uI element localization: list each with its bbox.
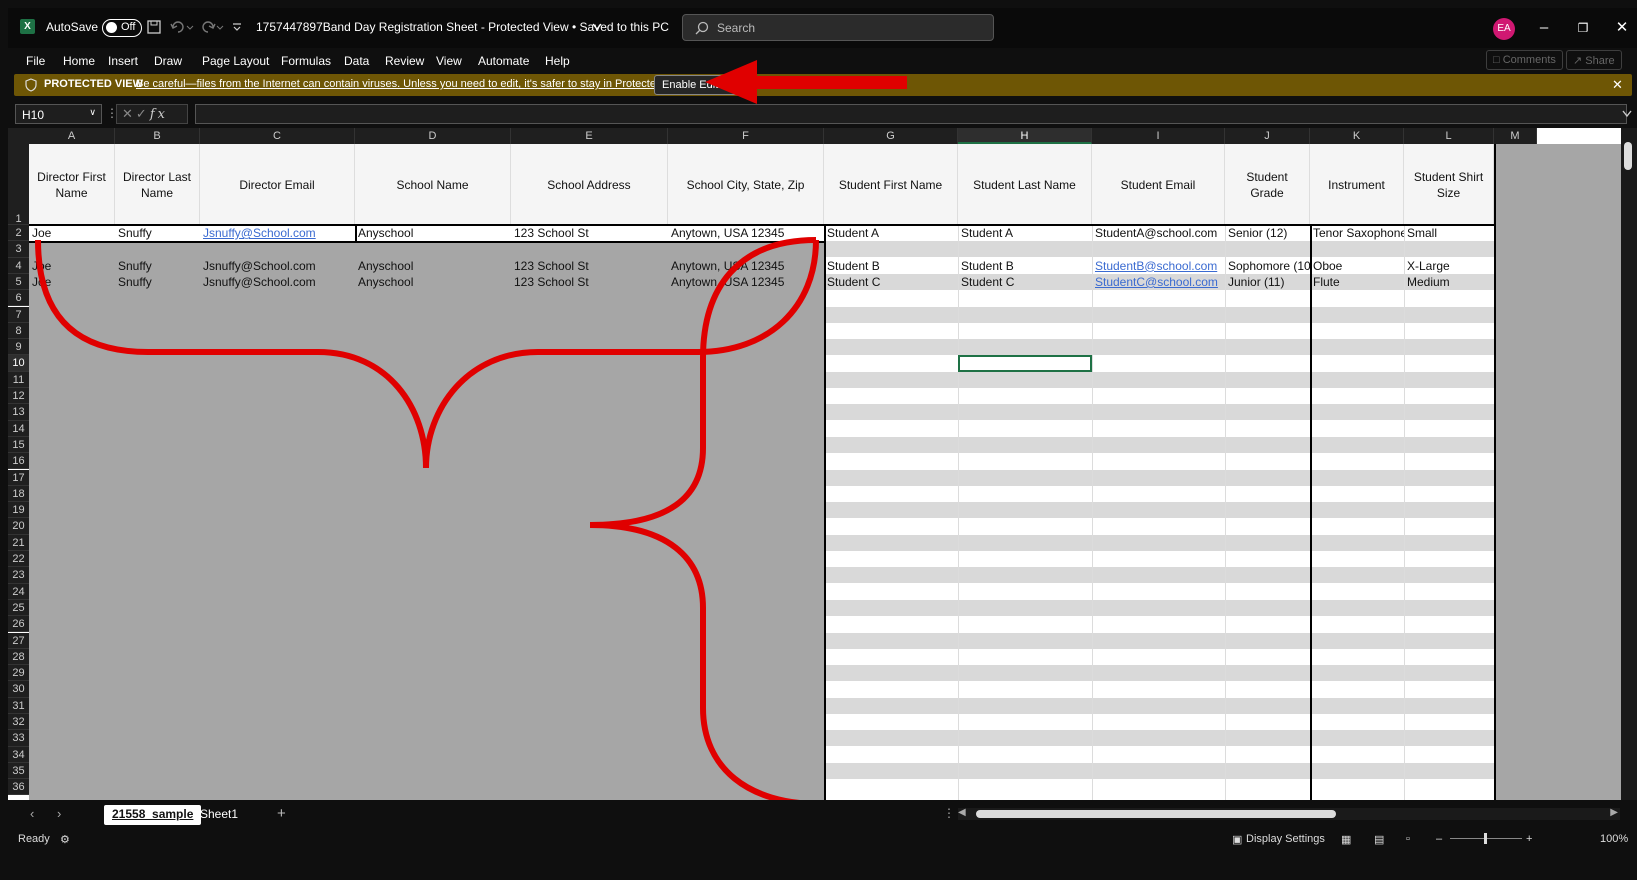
horizontal-scrollbar[interactable]: ◀ ▶ [958, 807, 1620, 820]
red-arrow-head [705, 60, 757, 104]
sheet-tabs-bar: ‹ › 21558_sample Sheet1 + ⋮ ◀ ▶ [8, 800, 1637, 828]
red-annotation-overlay [35, 237, 819, 800]
vertical-scrollbar[interactable] [1621, 128, 1637, 800]
name-box-value: H10 [22, 108, 45, 122]
scroll-left-icon[interactable]: ◀ [958, 807, 966, 818]
sheet-tab-sheet1[interactable]: Sheet1 [192, 805, 246, 825]
page-break-view-icon[interactable]: ▫ [1406, 833, 1410, 845]
accessibility-icon[interactable]: ⚙ [60, 833, 70, 846]
zoom-in-button[interactable]: + [1526, 833, 1532, 845]
next-sheet-icon[interactable]: › [57, 806, 61, 821]
add-sheet-button[interactable]: + [277, 805, 286, 822]
excel-window: X AutoSave Off 1757447897Band Day Regist… [0, 0, 1637, 880]
zoom-level[interactable]: 100% [1600, 833, 1628, 845]
display-settings-button[interactable]: Display Settings [1246, 833, 1325, 845]
page-layout-view-icon[interactable]: ▤ [1374, 833, 1384, 846]
scroll-right-icon[interactable]: ▶ [1610, 807, 1618, 818]
status-bar: Ready ⚙ ▣ Display Settings ▦ ▤ ▫ – + 100… [8, 828, 1637, 850]
red-bracket [589, 237, 817, 800]
normal-view-icon[interactable]: ▦ [1341, 833, 1351, 846]
scroll-thumb[interactable] [1624, 142, 1632, 170]
scroll-thumb[interactable] [976, 810, 1336, 818]
red-arrow-shaft [755, 76, 907, 89]
expand-formula-icon[interactable] [1622, 110, 1632, 118]
zoom-slider-thumb[interactable] [1484, 833, 1487, 844]
more-options-icon[interactable]: ⋮ [943, 806, 955, 820]
status-ready: Ready [18, 833, 50, 845]
display-settings-icon: ▣ [1232, 834, 1243, 846]
spreadsheet-grid[interactable]: ABCDEFGHIJKLM 1 2 3 4 5 6 7 8 9 10 11 12 13 14 15 16 17 1… [8, 128, 1637, 800]
red-arrow-annotation [705, 60, 907, 104]
prev-sheet-icon[interactable]: ‹ [30, 806, 34, 821]
red-bracket [35, 239, 819, 469]
sheet-tab-21558-sample[interactable]: 21558_sample [104, 805, 202, 825]
zoom-out-button[interactable]: – [1436, 833, 1442, 845]
